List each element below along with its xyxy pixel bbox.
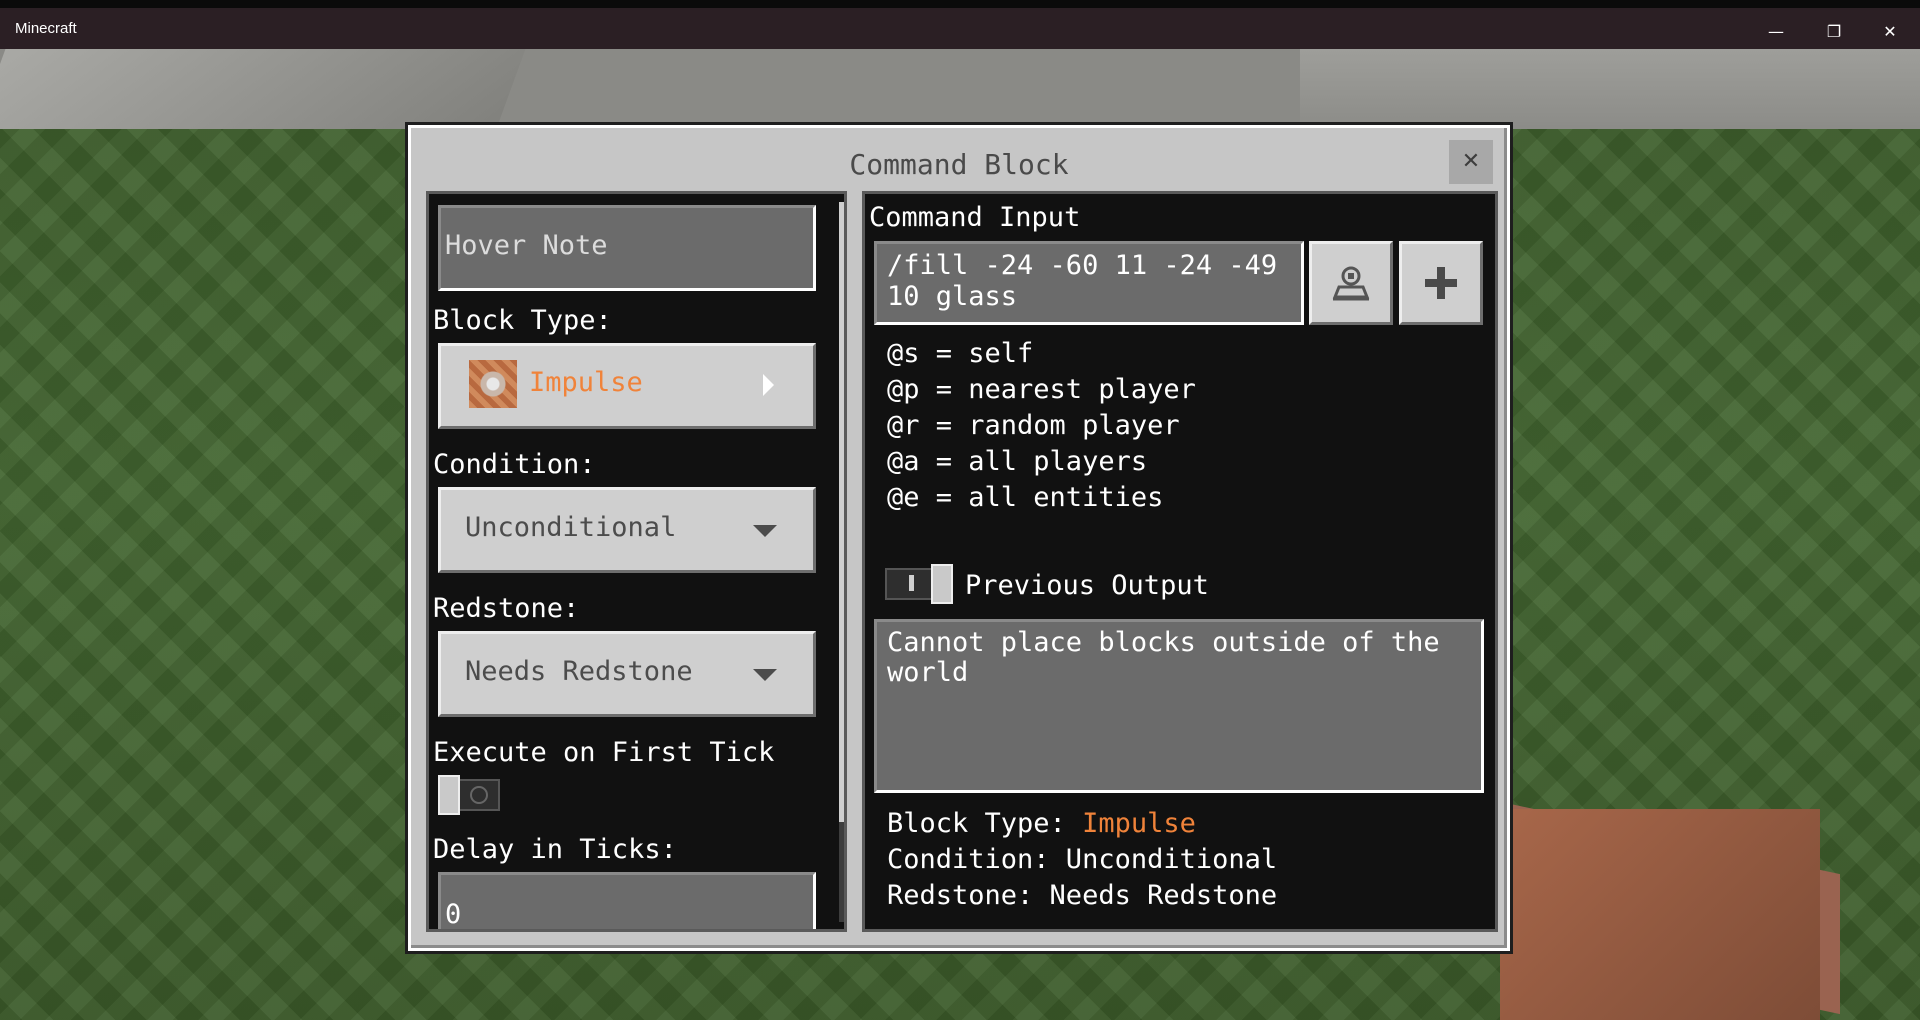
selector-help-2: @r = random player [887,410,1180,441]
selector-help-4: @e = all entities [887,482,1164,513]
selector-help-1: @p = nearest player [887,374,1196,405]
summary-block-type-value: Impulse [1082,808,1196,839]
command-input-label: Command Input [869,202,1081,233]
minimize-button[interactable]: — [1756,16,1796,48]
settings-scrollbar[interactable] [839,202,844,922]
condition-label: Condition: [433,449,596,480]
app-title: Minecraft [15,20,77,37]
entity-selector-icon [1332,266,1370,301]
delay-input[interactable]: 0 [438,872,816,930]
delay-label: Delay in Ticks: [433,834,677,865]
command-panel: Command Input /fill -24 -60 11 -24 -49 1… [862,191,1498,932]
impulse-block-icon [469,360,517,408]
redstone-dropdown[interactable]: Needs Redstone [438,631,816,717]
dialog-close-button[interactable]: ✕ [1449,140,1493,184]
hover-note-input[interactable]: Hover Note [438,205,816,291]
selector-help-0: @s = self [887,338,1034,369]
plus-icon [1425,267,1457,299]
toggle-knob [931,564,953,604]
selector-help-3: @a = all players [887,446,1148,477]
previous-output-label: Previous Output [965,570,1209,601]
redstone-value: Needs Redstone [465,656,693,687]
redstone-label: Redstone: [433,593,580,624]
command-block-dialog: Command Block ✕ Hover Note Block Type: I… [408,125,1510,951]
summary-block-type: Block Type: Impulse [887,808,1196,839]
chevron-right-icon [763,374,774,396]
block-type-button[interactable]: Impulse [438,343,816,429]
entity-selector-button[interactable] [1309,241,1393,325]
summary-block-type-prefix: Block Type: [887,808,1083,839]
command-input[interactable]: /fill -24 -60 11 -24 -49 10 glass [874,241,1304,325]
execute-first-tick-label: Execute on First Tick [433,737,775,768]
toggle-off-icon [470,786,488,804]
scene-block [1500,809,1820,1020]
toggle-on-icon [909,575,914,591]
toggle-knob [438,775,460,815]
previous-output-box: Cannot place blocks outside of the world [874,619,1484,793]
execute-first-tick-toggle[interactable] [438,775,518,817]
scrollbar-thumb[interactable] [839,202,844,822]
delay-value: 0 [445,899,462,930]
restore-button[interactable]: ❐ [1814,16,1854,48]
toggle-track [885,568,935,600]
condition-dropdown[interactable]: Unconditional [438,487,816,573]
summary-redstone: Redstone: Needs Redstone [887,880,1278,911]
chevron-down-icon [753,669,777,681]
dialog-title: Command Block [849,148,1069,181]
hover-note-placeholder: Hover Note [445,230,608,261]
close-window-button[interactable]: ✕ [1870,16,1910,48]
chevron-down-icon [753,525,777,537]
block-type-value: Impulse [529,367,643,398]
condition-value: Unconditional [465,512,677,543]
add-button[interactable] [1399,241,1483,325]
settings-panel: Hover Note Block Type: Impulse Condition… [426,191,847,932]
previous-output-toggle[interactable] [885,564,969,606]
window-titlebar: Minecraft — ❐ ✕ [0,0,1920,49]
block-type-label: Block Type: [433,305,612,336]
summary-condition: Condition: Unconditional [887,844,1278,875]
